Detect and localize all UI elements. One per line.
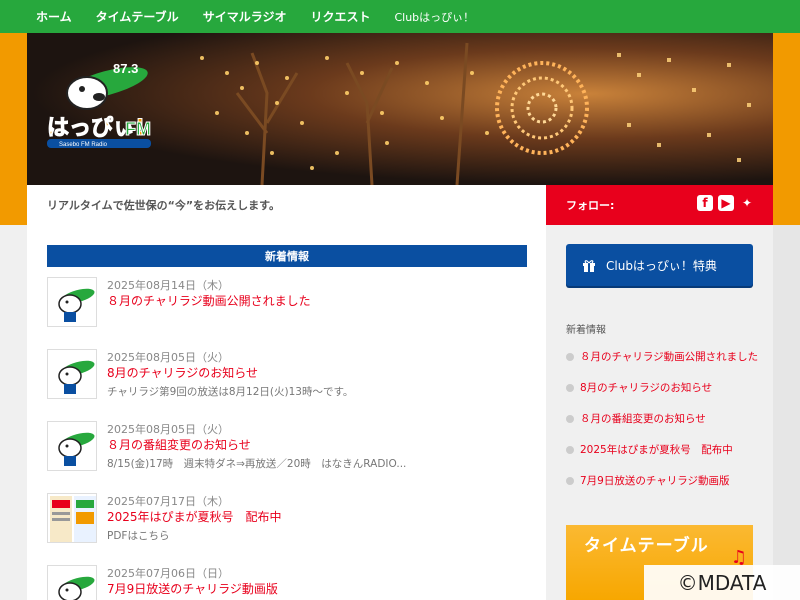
- post-thumbnail[interactable]: [47, 277, 97, 327]
- post-date: 2025年07月06日（日）: [107, 567, 229, 580]
- recent-posts-title: 新着情報: [566, 325, 606, 336]
- gift-icon: [583, 260, 595, 272]
- post-title[interactable]: 2025年はぴまが夏秋号 配布中: [107, 508, 282, 525]
- news-post[interactable]: 2025年08月14日（木） ８月のチャリラジ動画公開されました: [47, 277, 527, 337]
- nav-request[interactable]: リクエスト: [310, 8, 370, 25]
- nav-simulradio[interactable]: サイマルラジオ: [203, 8, 287, 25]
- recent-post-link[interactable]: ８月の番組変更のお知らせ: [566, 403, 766, 434]
- recent-post-link[interactable]: 7月9日放送のチャリラジ動画版: [566, 465, 766, 496]
- post-excerpt: PDFはこちら: [107, 530, 170, 542]
- post-thumbnail[interactable]: [47, 493, 97, 543]
- post-title[interactable]: ８月の番組変更のお知らせ: [107, 436, 251, 453]
- header-banner: 87.3 はっぴぃ! FM Sasebo FM Radio: [27, 33, 773, 185]
- top-nav: ホーム タイムテーブル サイマルラジオ リクエスト Clubはっぴぃ！: [0, 0, 800, 33]
- news-header: 新着情報: [47, 245, 527, 267]
- club-benefits-label: Clubはっぴぃ！特典: [606, 258, 717, 273]
- bullet-icon: [566, 414, 574, 423]
- recent-post-label: 2025年はぴまが夏秋号 配布中: [580, 444, 733, 456]
- bullet-icon: [566, 476, 574, 485]
- post-date: 2025年08月05日（火）: [107, 351, 229, 364]
- station-logo[interactable]: 87.3 はっぴぃ! FM Sasebo FM Radio: [47, 61, 152, 148]
- recent-post-label: ８月のチャリラジ動画公開されました: [580, 351, 759, 363]
- news-post[interactable]: 2025年07月17日（木） 2025年はぴまが夏秋号 配布中 PDFはこちら: [47, 493, 527, 553]
- follow-label: フォロー:: [566, 199, 615, 212]
- svg-text:Sasebo FM Radio: Sasebo FM Radio: [59, 142, 108, 148]
- post-date: 2025年08月05日（火）: [107, 423, 229, 436]
- post-title[interactable]: 8月のチャリラジのお知らせ: [107, 364, 258, 381]
- post-excerpt: チャリラジ第9回の放送は8月12日(火)13時～です。: [107, 386, 354, 398]
- post-thumbnail[interactable]: [47, 565, 97, 600]
- illumination-scene: 87.3 はっぴぃ! FM Sasebo FM Radio: [47, 42, 751, 185]
- facebook-icon[interactable]: f: [697, 195, 713, 211]
- nav-home[interactable]: ホーム: [36, 8, 72, 25]
- recent-post-label: 8月のチャリラジのお知らせ: [580, 382, 713, 394]
- watermark: ©MDATA: [644, 565, 800, 600]
- recent-posts-list: ８月のチャリラジ動画公開されました 8月のチャリラジのお知らせ ８月の番組変更の…: [566, 341, 766, 496]
- recent-post-link[interactable]: 8月のチャリラジのお知らせ: [566, 372, 766, 403]
- recent-post-label: ８月の番組変更のお知らせ: [580, 413, 706, 425]
- timetable-banner-label: タイムテーブル: [584, 536, 709, 556]
- recent-post-label: 7月9日放送のチャリラジ動画版: [580, 475, 730, 487]
- main-content: 新着情報 2025年08月14日（木） ８月のチャリラジ動画公開されました 20…: [27, 225, 546, 600]
- post-date: 2025年07月17日（木）: [107, 495, 229, 508]
- post-thumbnail[interactable]: [47, 349, 97, 399]
- youtube-icon[interactable]: ▶: [718, 195, 734, 211]
- twitter-icon[interactable]: ✦: [739, 195, 755, 211]
- nav-club[interactable]: Clubはっぴぃ！: [394, 9, 474, 25]
- recent-post-link[interactable]: 2025年はぴまが夏秋号 配布中: [566, 434, 766, 465]
- news-post[interactable]: 2025年08月05日（火） ８月の番組変更のお知らせ 8/15(金)17時 週…: [47, 421, 527, 481]
- right-orange-band: [773, 33, 800, 225]
- nav-timetable[interactable]: タイムテーブル: [96, 8, 179, 25]
- bullet-icon: [566, 383, 574, 392]
- bullet-icon: [566, 352, 574, 361]
- post-date: 2025年08月14日（木）: [107, 279, 229, 292]
- right-gutter: [773, 225, 800, 600]
- bullet-icon: [566, 445, 574, 454]
- club-benefits-button[interactable]: Clubはっぴぃ！特典: [566, 244, 753, 286]
- news-post[interactable]: 2025年08月05日（火） 8月のチャリラジのお知らせ チャリラジ第9回の放送…: [47, 349, 527, 409]
- svg-text:FM: FM: [125, 119, 151, 139]
- site-tagline: リアルタイムで佐世保の“今”をお伝えします。: [27, 185, 546, 225]
- sidebar: Clubはっぴぃ！特典 新着情報 ８月のチャリラジ動画公開されました 8月のチャ…: [546, 225, 773, 600]
- follow-bar: フォロー: f ▶ ✦: [546, 185, 773, 225]
- news-post[interactable]: 2025年07月06日（日） 7月9日放送のチャリラジ動画版: [47, 565, 527, 600]
- left-orange-band: [0, 33, 27, 225]
- svg-text:87.3: 87.3: [113, 61, 138, 76]
- post-title[interactable]: ８月のチャリラジ動画公開されました: [107, 292, 311, 309]
- recent-post-link[interactable]: ８月のチャリラジ動画公開されました: [566, 341, 766, 372]
- post-thumbnail[interactable]: [47, 421, 97, 471]
- post-excerpt: 8/15(金)17時 週末特ダネ⇒再放送／20時 はなきんRADIO...: [107, 458, 407, 470]
- post-title[interactable]: 7月9日放送のチャリラジ動画版: [107, 580, 278, 597]
